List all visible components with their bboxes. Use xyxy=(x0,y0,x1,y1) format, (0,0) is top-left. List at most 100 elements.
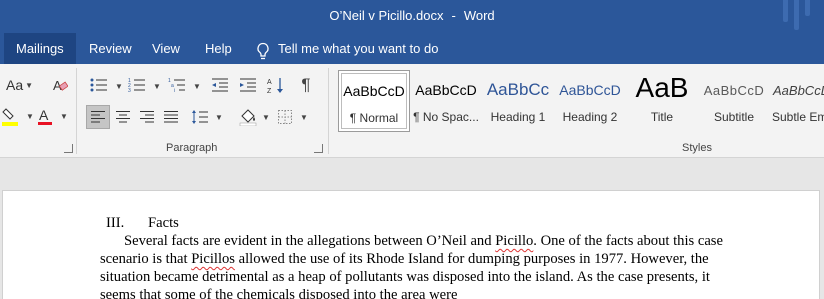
style-sample: AaBbCc xyxy=(486,80,550,99)
multilevel-list-button[interactable]: 1ai xyxy=(164,74,190,96)
font-dialog-launcher[interactable] xyxy=(64,144,73,153)
tab-help[interactable]: Help xyxy=(193,33,244,64)
chevron-down-icon[interactable]: ▼ xyxy=(26,112,34,121)
paragraph-group-label: Paragraph xyxy=(166,142,218,154)
borders-icon xyxy=(278,110,292,124)
multilevel-list-icon: 1ai xyxy=(168,78,185,93)
heading-number: III. xyxy=(106,215,125,231)
misspelled-word[interactable]: Picillo xyxy=(495,233,533,249)
style-sample: AaBbCcD xyxy=(703,83,765,98)
document-page[interactable]: III. Facts Several facts are evident in t… xyxy=(2,190,820,299)
paint-bucket-icon xyxy=(239,109,257,126)
style-no-spacing[interactable]: AaBbCcD ¶ No Spac... xyxy=(410,70,482,132)
style-sample: AaBbCcD xyxy=(343,83,405,99)
section-heading: III. Facts xyxy=(100,214,725,232)
sort-icon: AZ xyxy=(267,78,283,94)
svg-text:Z: Z xyxy=(267,88,272,94)
decrease-indent-icon xyxy=(212,78,228,92)
font-color-button[interactable]: A xyxy=(34,104,56,128)
borders-button[interactable] xyxy=(274,105,296,129)
align-center-button[interactable] xyxy=(112,105,134,129)
paragraph-dialog-launcher[interactable] xyxy=(314,144,323,153)
bullets-icon xyxy=(90,78,107,92)
increase-indent-icon xyxy=(240,78,256,92)
shading-button[interactable] xyxy=(236,105,260,129)
line-spacing-button[interactable] xyxy=(188,105,212,129)
styles-gallery: AaBbCcD ¶ Normal AaBbCcD ¶ No Spac... Aa… xyxy=(334,70,824,134)
bullets-button[interactable] xyxy=(86,74,112,96)
align-left-icon xyxy=(91,111,105,123)
align-center-icon xyxy=(116,111,130,123)
style-sample: AaBbCcD xyxy=(415,82,477,98)
clear-formatting-icon: A xyxy=(53,78,68,93)
style-subtle-emphasis[interactable]: AaBbCcDd Subtle Em xyxy=(770,70,824,132)
tell-me-search[interactable]: Tell me what you want to do xyxy=(256,33,438,64)
chevron-down-icon[interactable]: ▼ xyxy=(215,113,223,122)
chevron-down-icon[interactable]: ▼ xyxy=(300,113,308,122)
svg-text:A: A xyxy=(267,79,272,86)
style-heading-2[interactable]: AaBbCcD Heading 2 xyxy=(554,70,626,132)
font-color-icon: A xyxy=(38,107,52,125)
style-name: ¶ Normal xyxy=(349,111,399,125)
clear-formatting-button[interactable]: A xyxy=(50,74,70,96)
lightbulb-icon xyxy=(256,40,270,59)
style-sample: AaBbCcDd xyxy=(773,83,824,98)
title-bar: O’Neil v Picillo.docx - Word xyxy=(0,0,824,33)
chevron-down-icon[interactable]: ▼ xyxy=(60,112,68,121)
tell-me-label: Tell me what you want to do xyxy=(278,41,439,56)
document-body[interactable]: III. Facts Several facts are evident in t… xyxy=(100,214,725,299)
tab-review[interactable]: Review xyxy=(77,33,144,64)
body-paragraph: Several facts are evident in the allegat… xyxy=(100,232,725,299)
text-highlight-button[interactable] xyxy=(0,104,24,128)
chevron-down-icon: ▼ xyxy=(25,80,34,90)
align-right-icon xyxy=(140,111,154,123)
change-case-label: Aa xyxy=(6,77,24,93)
tab-mailings[interactable]: Mailings xyxy=(4,33,76,64)
chevron-down-icon[interactable]: ▼ xyxy=(262,113,270,122)
highlighter-icon xyxy=(2,108,18,126)
svg-text:A: A xyxy=(39,107,49,123)
style-subtitle[interactable]: AaBbCcD Subtitle xyxy=(698,70,770,132)
justify-button[interactable] xyxy=(160,105,182,129)
heading-text: Facts xyxy=(148,215,179,231)
numbering-icon: 123 xyxy=(128,78,145,93)
style-name: Heading 1 xyxy=(490,110,546,124)
tab-view[interactable]: View xyxy=(140,33,192,64)
title-separator: - xyxy=(451,8,456,23)
style-name: Title xyxy=(650,110,674,124)
app-name: Word xyxy=(463,8,495,23)
style-name: Subtle Em xyxy=(772,110,824,124)
styles-group-label: Styles xyxy=(682,142,712,154)
increase-indent-button[interactable] xyxy=(236,74,260,96)
title-bar-decoration xyxy=(783,0,810,33)
align-left-button[interactable] xyxy=(86,105,110,129)
paragraph-text: Several facts are evident in the allegat… xyxy=(124,233,496,249)
style-normal[interactable]: AaBbCcD ¶ Normal xyxy=(338,70,410,132)
window-title: O’Neil v Picillo.docx - Word xyxy=(0,8,824,23)
svg-text:i: i xyxy=(174,88,175,93)
chevron-down-icon[interactable]: ▼ xyxy=(153,82,161,91)
ribbon-tabs: Mailings Review View Help Tell me what y… xyxy=(0,33,824,64)
sort-button[interactable]: AZ xyxy=(264,74,288,96)
style-sample: AaBbCcD xyxy=(559,82,621,98)
misspelled-word[interactable]: Picillos xyxy=(191,251,235,267)
numbering-button[interactable]: 123 xyxy=(124,74,150,96)
svg-text:3: 3 xyxy=(128,88,131,93)
justify-icon xyxy=(164,111,178,123)
style-heading-1[interactable]: AaBbCc Heading 1 xyxy=(482,70,554,132)
style-sample: AaB xyxy=(635,72,689,103)
line-spacing-icon xyxy=(192,110,208,124)
style-name: Subtitle xyxy=(713,110,755,124)
style-title[interactable]: AaB Title xyxy=(626,70,698,132)
style-name: Heading 2 xyxy=(562,110,618,124)
change-case-button[interactable]: Aa ▼ xyxy=(6,74,33,96)
chevron-down-icon[interactable]: ▼ xyxy=(193,82,201,91)
chevron-down-icon[interactable]: ▼ xyxy=(115,82,123,91)
ribbon: Aa ▼ A ▼ A ▼ ▼ 123 ▼ 1ai ▼ AZ ¶ ▼ ▼ ▼ Pa… xyxy=(0,64,824,158)
align-right-button[interactable] xyxy=(136,105,158,129)
document-area: III. Facts Several facts are evident in t… xyxy=(0,158,824,299)
pilcrow-icon: ¶ xyxy=(301,75,311,94)
document-name: O’Neil v Picillo.docx xyxy=(329,8,444,23)
decrease-indent-button[interactable] xyxy=(208,74,232,96)
show-formatting-marks-button[interactable]: ¶ xyxy=(294,74,318,96)
